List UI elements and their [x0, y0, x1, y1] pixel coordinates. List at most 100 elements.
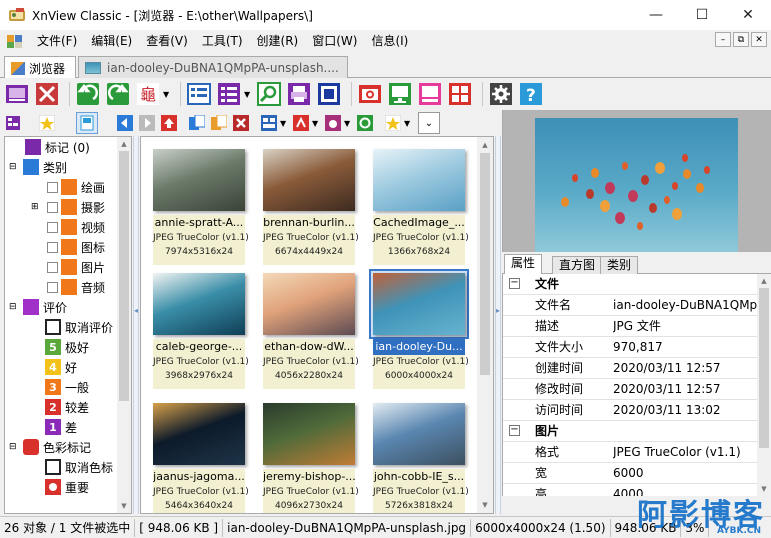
tree-item-icon[interactable]: 图标 [47, 237, 105, 257]
sort-icon[interactable] [292, 114, 310, 132]
browser-scrollbar[interactable]: ▲ ▼ [477, 137, 493, 513]
folders-panel-icon[interactable] [4, 114, 22, 132]
checkbox[interactable] [47, 261, 58, 273]
tree-item-video[interactable]: 视频 [47, 217, 105, 237]
left-splitter[interactable]: ◂ [133, 136, 139, 514]
thumbnail-item[interactable]: ian-dooley-Du... JPEG TrueColor (v1.1) 600… [367, 267, 471, 389]
collapse-icon[interactable]: ⊟ [9, 442, 19, 452]
thumbnail-image[interactable] [153, 273, 245, 335]
collapse-icon[interactable]: ⊟ [9, 162, 19, 172]
menu-edit[interactable]: 编辑(E) [84, 31, 139, 51]
chevron-down-icon[interactable]: ▼ [244, 90, 252, 99]
rotate-left-icon[interactable] [75, 81, 101, 107]
tree-item-rating-3[interactable]: 3 一般 [45, 377, 89, 397]
fullscreen-icon[interactable] [34, 81, 60, 107]
tab-categories[interactable]: 类别 [600, 256, 639, 274]
parent-folder-icon[interactable] [160, 114, 178, 132]
tree-item-rating-2[interactable]: 2 较差 [45, 397, 89, 417]
chevron-down-icon[interactable]: ▼ [163, 90, 171, 99]
checkbox[interactable] [47, 281, 58, 293]
tree-item-color-labels[interactable]: ⊟ 色彩标记 [9, 437, 91, 457]
scan-icon[interactable] [316, 81, 342, 107]
rating-star-icon[interactable] [384, 114, 402, 132]
scroll-up-icon[interactable]: ▲ [757, 274, 771, 288]
menu-window[interactable]: 窗口(W) [305, 31, 364, 51]
checkbox[interactable] [47, 241, 58, 253]
properties-scrollbar[interactable]: ▲ ▼ [757, 274, 771, 496]
thumbnail-image[interactable] [373, 403, 465, 465]
browser-view-icon[interactable] [4, 81, 30, 107]
thumbnail-item[interactable]: annie-spratt-A... JPEG TrueColor (v1.1) 79… [147, 143, 251, 265]
collapse-icon[interactable]: − [509, 278, 520, 289]
help-icon[interactable]: ? [518, 81, 544, 107]
contact-sheet-icon[interactable] [447, 81, 473, 107]
menu-create[interactable]: 创建(R) [250, 31, 306, 51]
preview-image[interactable] [535, 118, 738, 252]
section-file[interactable]: − 文件 [503, 274, 758, 295]
menu-file[interactable]: 文件(F) [30, 31, 84, 51]
transform-icon[interactable]: 龜 [135, 81, 161, 107]
view-mode-icon[interactable] [260, 114, 278, 132]
back-arrow-icon[interactable] [116, 114, 134, 132]
rotate-right-icon[interactable] [105, 81, 131, 107]
right-splitter[interactable]: ▸ [495, 136, 501, 514]
tab-image-view[interactable]: ian-dooley-DuBNA1QMpPA-unsplash.... [78, 56, 348, 78]
gear-icon[interactable] [488, 81, 514, 107]
tree-item-rating-4[interactable]: 4好 [45, 357, 77, 377]
collapse-icon[interactable]: − [509, 425, 520, 436]
capture-screen-icon[interactable] [387, 81, 413, 107]
thumbnail-image[interactable] [373, 273, 465, 335]
chevron-down-icon[interactable]: ▼ [344, 119, 352, 128]
thumbnail-item[interactable]: john-cobb-IE_s... JPEG TrueColor (v1.1) 57… [367, 397, 471, 513]
tree-item-rating[interactable]: ⊟ 评价 [9, 297, 67, 317]
forward-arrow-icon[interactable] [138, 114, 156, 132]
camera-icon[interactable] [357, 81, 383, 107]
property-row[interactable]: 格式 JPEG TrueColor (v1.1) [503, 442, 758, 463]
property-row[interactable]: 修改时间 2020/03/11 12:57 [503, 379, 758, 400]
scrollbar-thumb[interactable] [119, 151, 129, 401]
scroll-down-icon[interactable]: ▼ [117, 499, 131, 513]
expand-icon[interactable]: ⊞ [31, 202, 43, 212]
wallpaper-icon[interactable] [417, 81, 443, 107]
delete-icon[interactable] [232, 114, 250, 132]
thumbnail-image[interactable] [263, 149, 355, 211]
tree-item-painting[interactable]: 绘画 [47, 177, 105, 197]
checkbox[interactable] [47, 221, 58, 233]
close-button[interactable]: ✕ [725, 0, 771, 30]
scrollbar-thumb[interactable] [759, 288, 769, 448]
mdi-close-button[interactable]: ✕ [751, 32, 767, 47]
tree-item-tagged[interactable]: 标记 (0) [25, 137, 90, 157]
tree-item-picture[interactable]: 图片 [47, 257, 105, 277]
chevron-down-icon[interactable]: ▼ [312, 119, 320, 128]
maximize-button[interactable]: ☐ [679, 0, 725, 30]
document-system-icon[interactable] [6, 33, 24, 49]
minimize-button[interactable]: — [633, 0, 679, 30]
tree-scrollbar[interactable]: ▲ ▼ [117, 137, 131, 513]
preview-panel-icon[interactable] [76, 112, 98, 134]
more-dropdown-icon[interactable]: ⌄ [418, 112, 440, 134]
property-row[interactable]: 文件大小 970,817 [503, 337, 758, 358]
mdi-restore-button[interactable]: ⧉ [733, 32, 749, 47]
checkbox[interactable] [47, 201, 58, 213]
property-row[interactable]: 文件名 ian-dooley-DuBNA1QMpPA [503, 295, 758, 316]
tab-browser[interactable]: 浏览器 [4, 56, 76, 79]
thumbnail-item[interactable]: jeremy-bishop-... JPEG TrueColor (v1.1) 40… [257, 397, 361, 513]
tree-item-rating-5[interactable]: 5 极好 [45, 337, 89, 357]
scroll-down-icon[interactable]: ▼ [477, 497, 493, 513]
slideshow-icon[interactable] [186, 81, 212, 107]
collapse-icon[interactable]: ⊟ [9, 302, 19, 312]
move-to-icon[interactable] [210, 114, 228, 132]
tree-item-categories[interactable]: ⊟ 类别 [9, 157, 67, 177]
filter-icon[interactable] [324, 114, 342, 132]
menu-view[interactable]: 查看(V) [139, 31, 195, 51]
xnview-app-icon[interactable] [8, 7, 26, 23]
property-row[interactable]: 宽 6000 [503, 463, 758, 484]
scroll-up-icon[interactable]: ▲ [117, 137, 131, 151]
menu-info[interactable]: 信息(I) [364, 31, 415, 51]
property-row[interactable]: 创建时间 2020/03/11 12:57 [503, 358, 758, 379]
tree-item-no-rating[interactable]: 取消评价 [45, 317, 113, 337]
favorites-star-icon[interactable] [38, 114, 56, 132]
mdi-minimize-button[interactable]: – [715, 32, 731, 47]
tree-item-important[interactable]: 重要 [45, 477, 89, 497]
thumbnail-image[interactable] [153, 149, 245, 211]
